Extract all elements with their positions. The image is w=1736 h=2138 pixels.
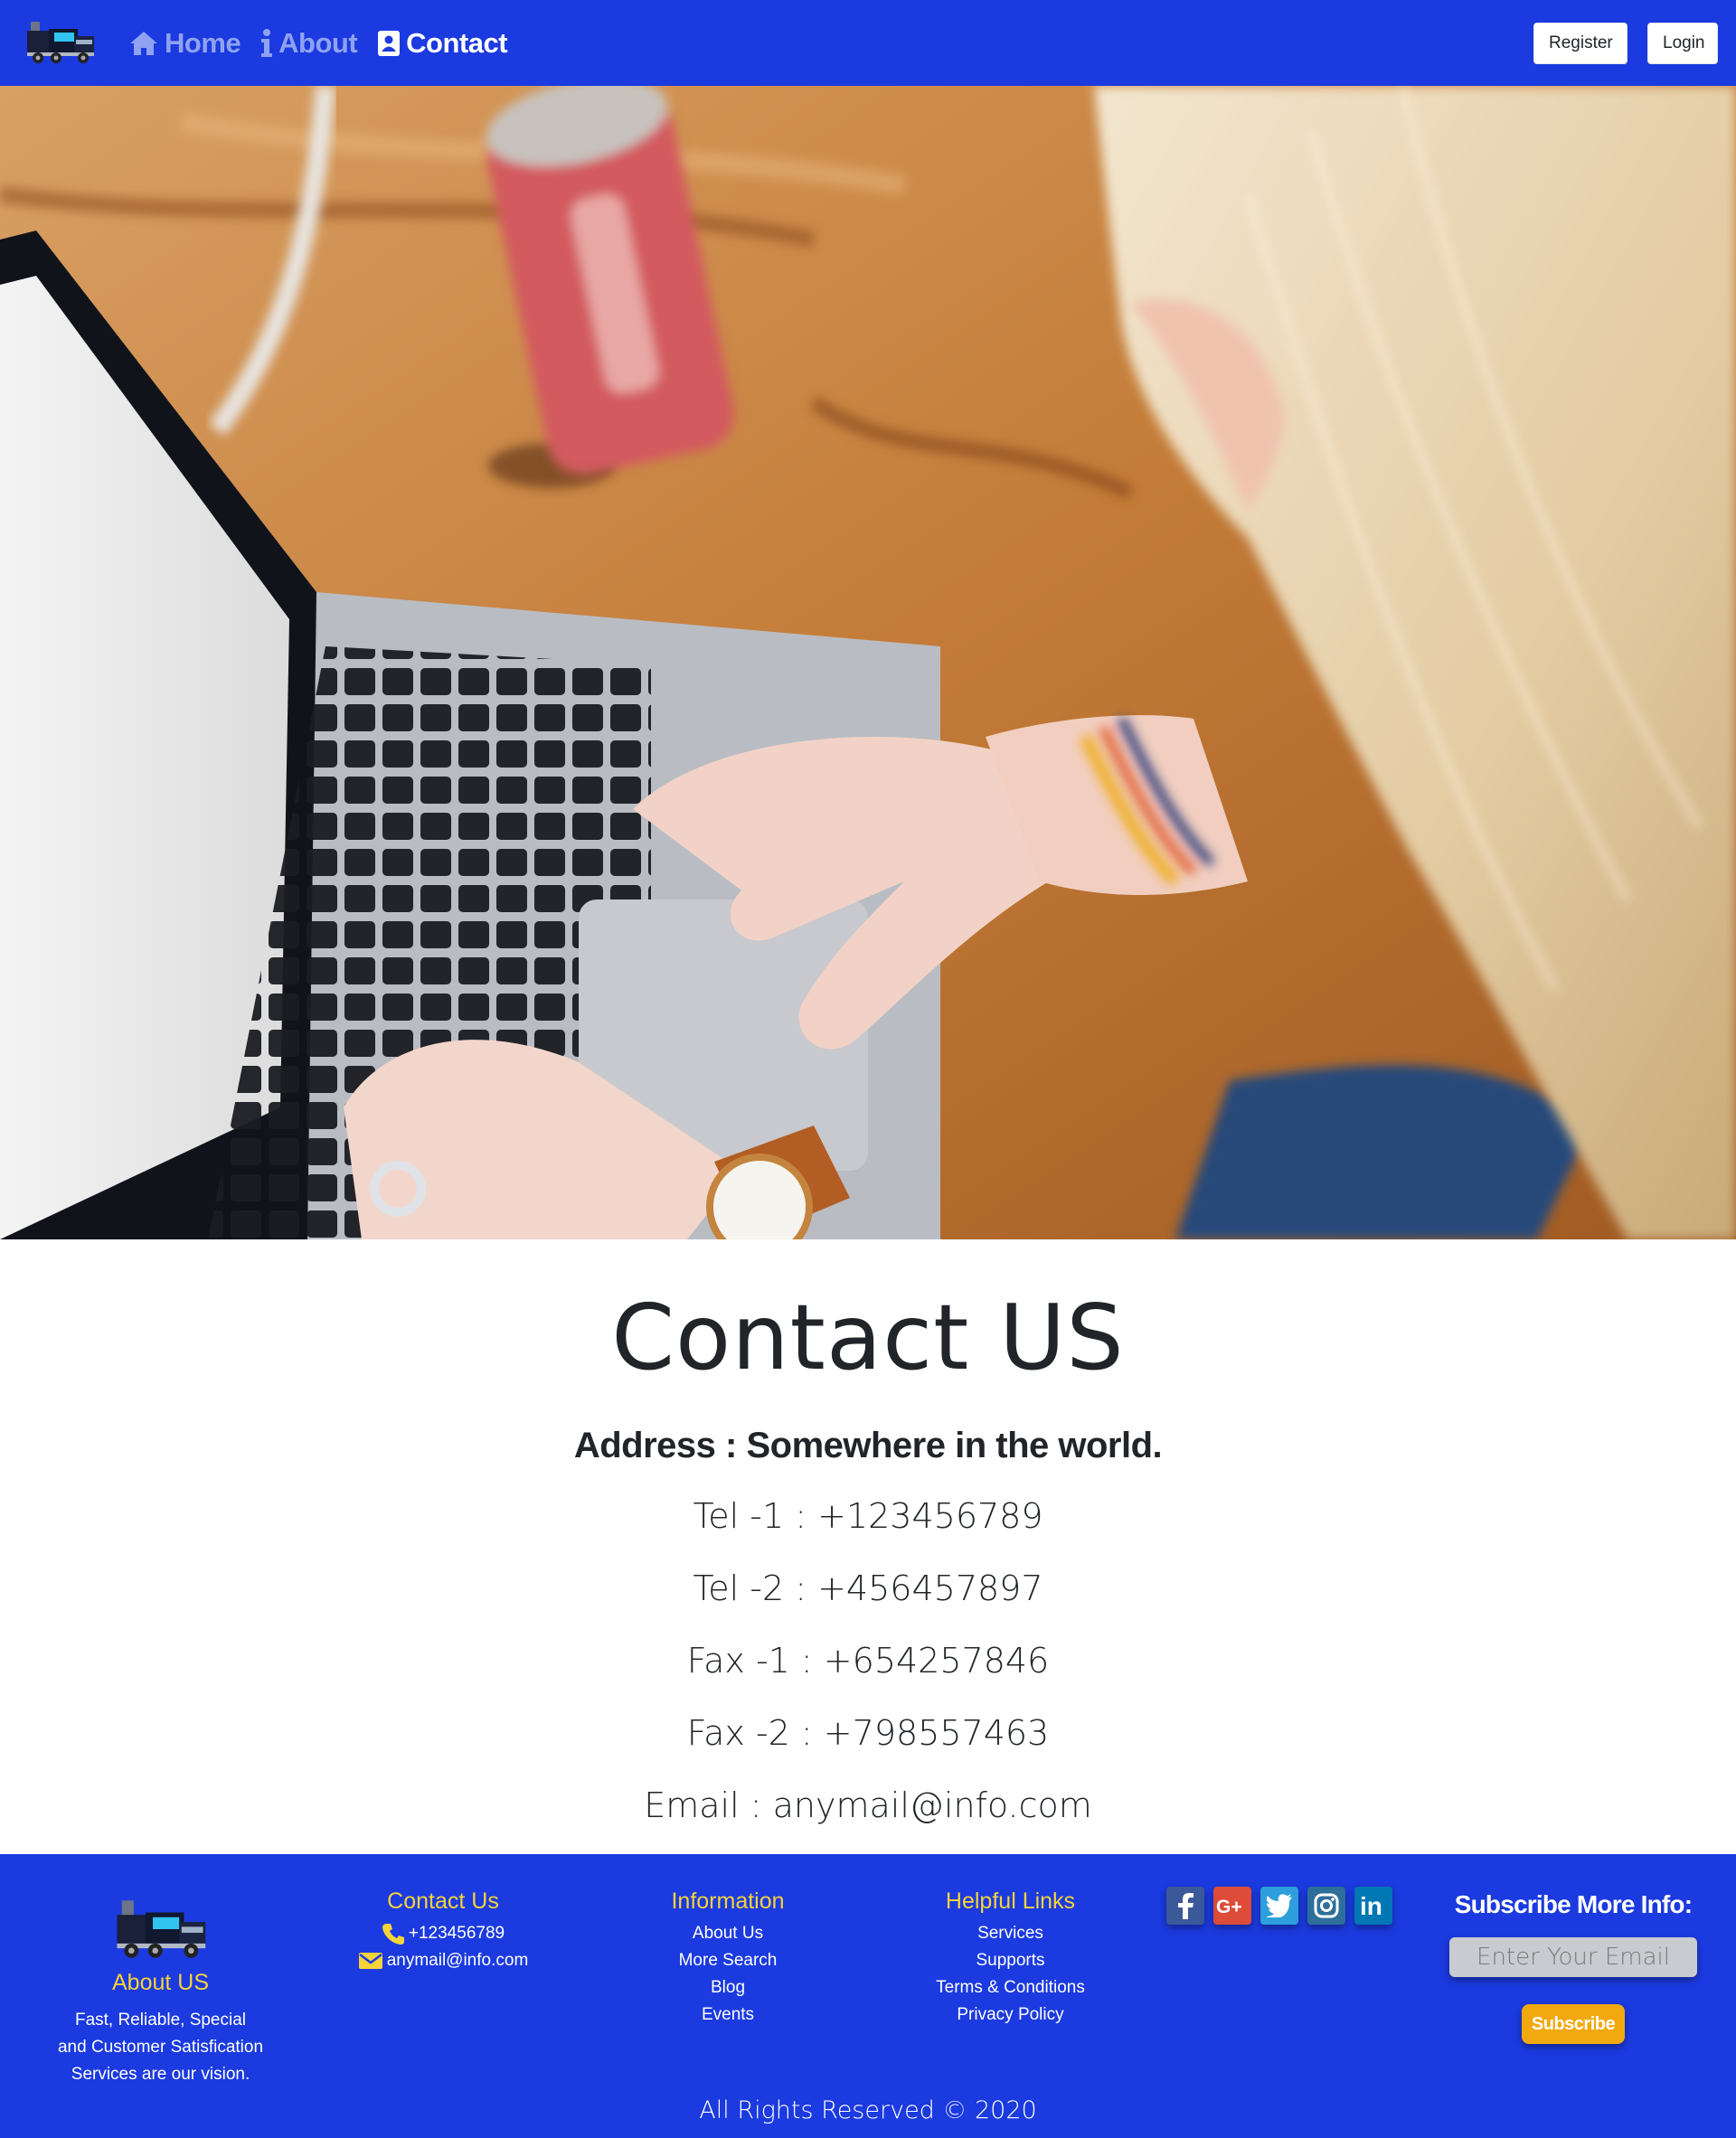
facebook-icon — [1178, 1893, 1194, 1919]
contact-section: Contact US Address : Somewhere in the wo… — [0, 1239, 1736, 1854]
footer-helpful-links: Helpful Links Services Supports Terms & … — [904, 1888, 1117, 2029]
nav-link-about[interactable]: About — [260, 26, 358, 60]
phone-icon — [382, 1924, 404, 1945]
hero-photo — [0, 86, 1736, 1239]
navbar: Home About Contact Register Login — [0, 0, 1736, 86]
hero-image — [0, 86, 1736, 1239]
svg-text:in: in — [1360, 1893, 1382, 1918]
instagram-link[interactable] — [1307, 1887, 1345, 1925]
register-button[interactable]: Register — [1533, 23, 1628, 64]
login-button[interactable]: Login — [1647, 23, 1718, 64]
main-nav: Home About Contact — [128, 0, 508, 86]
twitter-link[interactable] — [1260, 1887, 1298, 1925]
footer-email-text: anymail@info.com — [386, 1951, 529, 1970]
nav-link-home-label: Home — [165, 26, 241, 59]
linkedin-link[interactable]: in — [1354, 1887, 1392, 1925]
footer-link-terms[interactable]: Terms & Conditions — [904, 1974, 1117, 2001]
contact-email: Email : anymail@info.com — [644, 1785, 1092, 1825]
footer-contact: Contact Us +123456789 anymail@info.com — [326, 1888, 561, 1974]
copyright-text: All Rights Reserved © 2020 — [699, 2096, 1037, 2124]
envelope-icon — [358, 1953, 382, 1969]
google-plus-link[interactable]: G+ — [1213, 1887, 1251, 1925]
footer-information: Information About Us More Search Blog Ev… — [633, 1888, 823, 2029]
footer-link-events[interactable]: Events — [633, 2001, 823, 2029]
footer-about-line: and Customer Satisfication — [57, 2038, 264, 2057]
linkedin-icon: in — [1360, 1893, 1382, 1918]
footer-information-heading: Information — [671, 1888, 785, 1914]
social-links: G+ in — [1166, 1887, 1392, 1925]
truck-logo-icon — [117, 1900, 206, 1958]
footer-link-privacy[interactable]: Privacy Policy — [904, 2001, 1117, 2029]
footer-about-line: Fast, Reliable, Special — [74, 2011, 247, 2030]
nav-link-contact-label: Contact — [406, 26, 508, 59]
contact-tel-1: Tel -1 : +123456789 — [693, 1496, 1043, 1536]
subscribe-button[interactable]: Subscribe — [1522, 2004, 1625, 2044]
google-plus-icon: G+ — [1216, 1897, 1242, 1917]
footer-about-heading: About US — [111, 1970, 209, 1995]
instagram-icon — [1314, 1893, 1339, 1918]
contact-fax-2: Fax -2 : +798557463 — [686, 1713, 1050, 1753]
footer-helpful-heading: Helpful Links — [945, 1888, 1076, 1914]
contact-tel-2: Tel -2 : +456457897 — [693, 1568, 1043, 1608]
footer-link-services[interactable]: Services — [904, 1920, 1117, 1947]
footer-phone[interactable]: +123456789 — [326, 1920, 561, 1947]
twitter-icon — [1266, 1894, 1292, 1917]
footer-link-about-us[interactable]: About Us — [633, 1920, 823, 1947]
home-icon — [130, 31, 157, 55]
footer-contact-heading: Contact Us — [387, 1888, 499, 1914]
svg-text:G+: G+ — [1216, 1897, 1242, 1917]
footer-link-more-search[interactable]: More Search — [633, 1947, 823, 1974]
truck-logo-icon[interactable] — [22, 16, 98, 67]
subscribe-email-input[interactable] — [1449, 1937, 1697, 1977]
footer-email[interactable]: anymail@info.com — [326, 1947, 561, 1974]
footer-link-supports[interactable]: Supports — [904, 1947, 1117, 1974]
footer-phone-text: +123456789 — [408, 1924, 505, 1943]
subscribe-title: Subscribe More Info: — [1454, 1890, 1693, 1918]
contact-address: Address : Somewhere in the world. — [573, 1426, 1163, 1465]
auth-buttons: Register Login — [1533, 23, 1718, 64]
nav-link-contact[interactable]: Contact — [377, 26, 508, 60]
footer-link-blog[interactable]: Blog — [633, 1974, 823, 2001]
nav-link-home[interactable]: Home — [128, 27, 241, 60]
subscribe-form: Subscribe More Info: Subscribe — [1438, 1890, 1709, 2044]
contact-card-icon — [378, 30, 401, 56]
footer-about-line: Services are our vision. — [71, 2065, 250, 2084]
contact-fax-1: Fax -1 : +654257846 — [686, 1641, 1050, 1681]
footer: About US Fast, Reliable, Special and Cus… — [0, 1854, 1736, 2138]
facebook-link[interactable] — [1166, 1887, 1204, 1925]
nav-link-about-label: About — [278, 26, 358, 59]
info-icon — [261, 28, 273, 57]
page-title: Contact US — [611, 1285, 1125, 1390]
footer-about: About US Fast, Reliable, Special and Cus… — [36, 1970, 285, 2088]
